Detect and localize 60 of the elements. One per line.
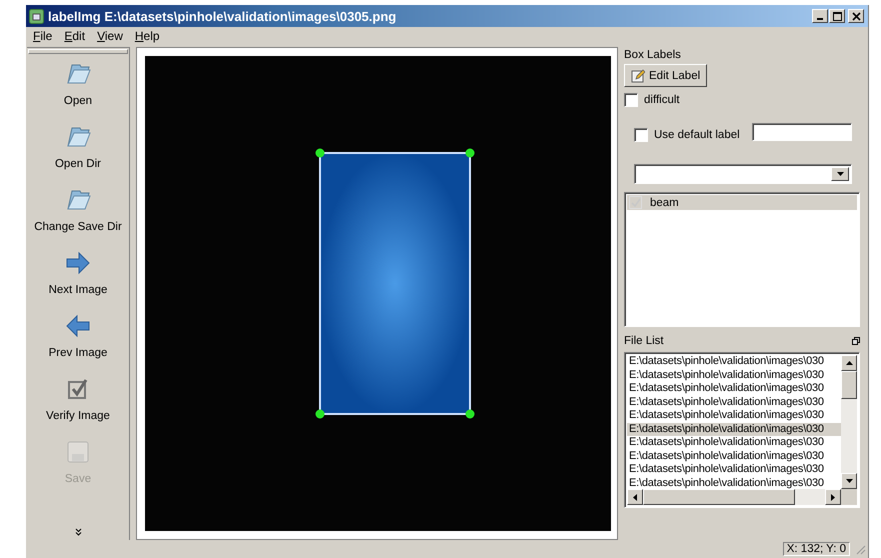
file-list-item[interactable]: E:\datasets\pinhole\validation\images\030 — [627, 463, 841, 476]
use-default-label-checkbox[interactable]: Use default label — [634, 128, 740, 142]
horizontal-scrollbar[interactable] — [627, 489, 857, 505]
close-button[interactable] — [848, 9, 864, 23]
close-icon — [852, 12, 860, 20]
file-list-item[interactable]: E:\datasets\pinhole\validation\images\030 — [627, 450, 841, 463]
image-canvas[interactable] — [145, 56, 611, 531]
file-list-item[interactable]: E:\datasets\pinhole\validation\images\030 — [627, 436, 841, 450]
file-list-item[interactable]: E:\datasets\pinhole\validation\images\030 — [627, 476, 841, 489]
checkbox-icon — [66, 377, 90, 401]
minimize-icon — [817, 18, 823, 20]
right-arrow-icon — [831, 494, 835, 500]
folder-icon — [65, 125, 91, 149]
chevron-icon[interactable] — [74, 528, 82, 536]
menu-item[interactable]: View — [92, 29, 128, 43]
maximize-button[interactable] — [829, 9, 845, 23]
file-list-item[interactable]: E:\datasets\pinhole\validation\images\030 — [627, 396, 841, 409]
toolbar-button[interactable]: Open — [64, 60, 92, 123]
scrollbar-corner — [841, 489, 857, 505]
toolbar-button[interactable]: Next Image — [48, 249, 108, 312]
right-arrow-icon — [65, 251, 91, 275]
file-list-item[interactable]: E:\datasets\pinhole\validation\images\030 — [627, 355, 841, 368]
menu-item[interactable]: Edit — [59, 29, 90, 43]
menu-item[interactable]: File — [28, 29, 58, 43]
folder-icon — [64, 62, 91, 86]
dropdown-arrow-icon — [836, 172, 844, 176]
bounding-box[interactable] — [315, 148, 475, 420]
file-list-item[interactable]: E:\datasets\pinhole\validation\images\030 — [627, 422, 841, 436]
label-list-item[interactable]: beam — [627, 195, 857, 210]
minimize-button[interactable] — [812, 9, 828, 23]
edit-label-button[interactable]: Edit Label — [624, 64, 708, 87]
label-checkbox[interactable] — [629, 196, 642, 209]
up-arrow-icon — [846, 361, 852, 365]
left-arrow-icon — [633, 494, 637, 500]
down-arrow-icon — [846, 479, 852, 483]
scrollbar-thumb[interactable] — [841, 371, 857, 399]
scrollbar-thumb[interactable] — [643, 489, 795, 505]
vertical-scrollbar[interactable] — [841, 355, 857, 489]
panel-title: Box Labels — [624, 49, 682, 61]
window-title: labelImg E:\datasets\pinhole\validation\images\0305.png — [48, 8, 398, 24]
default-label-field[interactable] — [752, 123, 852, 141]
toolbar-button[interactable]: Prev Image — [48, 312, 108, 375]
edit-icon — [631, 68, 645, 82]
toolbar-button[interactable]: Open Dir — [54, 123, 102, 186]
label-dropdown[interactable] — [634, 164, 852, 184]
toolbar-button[interactable]: Verify Image — [46, 375, 110, 438]
panel-title: File List — [624, 335, 664, 347]
float-icon[interactable] — [852, 337, 860, 345]
maximize-icon — [832, 12, 842, 20]
difficult-checkbox[interactable]: difficult — [624, 93, 860, 107]
folder-icon — [64, 188, 91, 212]
left-arrow-icon — [65, 314, 91, 338]
file-list-item[interactable]: E:\datasets\pinhole\validation\images\030 — [627, 409, 841, 422]
file-list-item[interactable]: E:\datasets\pinhole\validation\images\030 — [627, 368, 841, 382]
resize-grip-icon[interactable] — [854, 543, 866, 555]
menu-item[interactable]: Help — [130, 29, 165, 43]
app-icon — [29, 8, 44, 24]
file-list-item[interactable]: E:\datasets\pinhole\validation\images\030 — [627, 382, 841, 396]
toolbar-button[interactable]: Change Save Dir — [34, 186, 122, 249]
cursor-coordinates: X: 132; Y: 0 — [782, 542, 850, 556]
